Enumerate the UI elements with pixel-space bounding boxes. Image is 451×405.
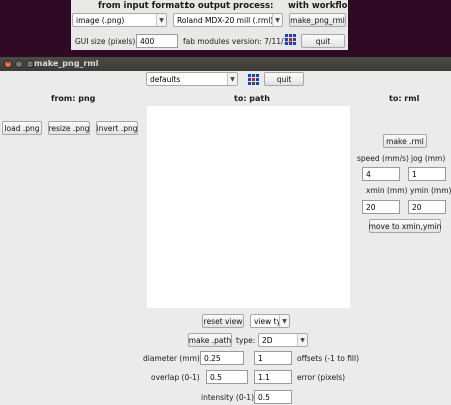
output-process-value: Roland MDX-20 mill (.rml) xyxy=(177,15,272,25)
error-label: error (pixels) xyxy=(297,373,346,382)
output-process-header: to output process: xyxy=(185,1,274,11)
window-titlebar[interactable]: ✕ − □ make_png_rml xyxy=(0,57,451,71)
xmin-label: xmin (mm) xyxy=(366,186,408,195)
fab-logo-icon xyxy=(248,74,259,85)
input-format-value: image (.png) xyxy=(76,15,125,25)
launcher-quit-button[interactable]: quit xyxy=(301,34,345,48)
gui-size-input[interactable]: 400 xyxy=(136,34,178,48)
to-path-header: to: path xyxy=(234,94,270,103)
make-rml-button[interactable]: make .rml xyxy=(383,134,427,148)
jog-input[interactable]: 1 xyxy=(408,167,446,181)
gui-size-label: GUI size (pixels): xyxy=(75,37,138,46)
diameter-label: diameter (mm) xyxy=(143,354,200,363)
diameter-input[interactable]: 0.25 xyxy=(200,351,244,365)
path-type-select[interactable]: 2D ▼ xyxy=(258,333,308,347)
combo-arrow-icon: ▼ xyxy=(297,334,307,346)
launcher-panel: from input format: to output process: wi… xyxy=(71,0,359,50)
make-png-rml-window: ✕ − □ make_png_rml defaults ▼ quit from:… xyxy=(0,57,451,405)
combo-arrow-icon: ▼ xyxy=(156,14,166,26)
path-preview-canvas[interactable] xyxy=(147,106,350,308)
speed-label: speed (mm/s) xyxy=(357,154,409,163)
resize-png-button[interactable]: resize .png xyxy=(48,121,90,135)
intensity-label: intensity (0-1) xyxy=(201,393,255,402)
ymin-label: ymin (mm) xyxy=(410,186,451,195)
to-rml-header: to: rml xyxy=(389,94,420,103)
window-title: make_png_rml xyxy=(34,59,99,68)
xmin-input[interactable]: 20 xyxy=(362,200,400,214)
speed-input[interactable]: 4 xyxy=(362,167,400,181)
invert-png-button[interactable]: invert .png xyxy=(96,121,138,135)
type-label: type: xyxy=(236,336,256,345)
workflow-button[interactable]: make_png_rml xyxy=(289,13,346,27)
from-png-header: from: png xyxy=(51,94,96,103)
combo-arrow-icon: ▼ xyxy=(227,73,237,85)
load-png-button[interactable]: load .png xyxy=(2,121,42,135)
jog-label: jog (mm) xyxy=(411,154,446,163)
defaults-select[interactable]: defaults ▼ xyxy=(146,72,238,86)
error-input[interactable]: 1.1 xyxy=(254,370,292,384)
ymin-input[interactable]: 20 xyxy=(408,200,446,214)
window-maximize-icon[interactable]: □ xyxy=(26,60,34,68)
output-process-select[interactable]: Roland MDX-20 mill (.rml) ▼ xyxy=(173,13,283,27)
window-quit-button[interactable]: quit xyxy=(264,72,304,86)
move-to-xmin-ymin-button[interactable]: move to xmin,ymin xyxy=(369,219,441,233)
version-text: fab modules version: 7/11/14 xyxy=(183,37,294,46)
intensity-input[interactable]: 0.5 xyxy=(254,390,292,404)
combo-arrow-icon: ▼ xyxy=(272,14,282,26)
combo-arrow-icon: ▼ xyxy=(279,315,289,327)
input-format-select[interactable]: image (.png) ▼ xyxy=(72,13,167,27)
view-type-select[interactable]: view type ▼ xyxy=(250,314,290,328)
workflow-header: with workflow: xyxy=(288,1,359,11)
window-close-icon[interactable]: ✕ xyxy=(4,60,12,68)
overlap-input[interactable]: 0.5 xyxy=(206,370,248,384)
view-type-value: view type xyxy=(254,316,279,326)
offsets-input[interactable]: 1 xyxy=(254,351,292,365)
input-format-header: from input format: xyxy=(98,1,188,11)
window-minimize-icon[interactable]: − xyxy=(15,60,23,68)
overlap-label: overlap (0-1) xyxy=(151,373,200,382)
defaults-value: defaults xyxy=(150,74,181,84)
offsets-label: offsets (-1 to fill) xyxy=(297,354,360,363)
make-path-button[interactable]: make .path xyxy=(188,333,232,347)
fab-logo-icon xyxy=(285,34,296,45)
path-type-value: 2D xyxy=(262,335,273,345)
reset-view-button[interactable]: reset view xyxy=(202,314,244,328)
